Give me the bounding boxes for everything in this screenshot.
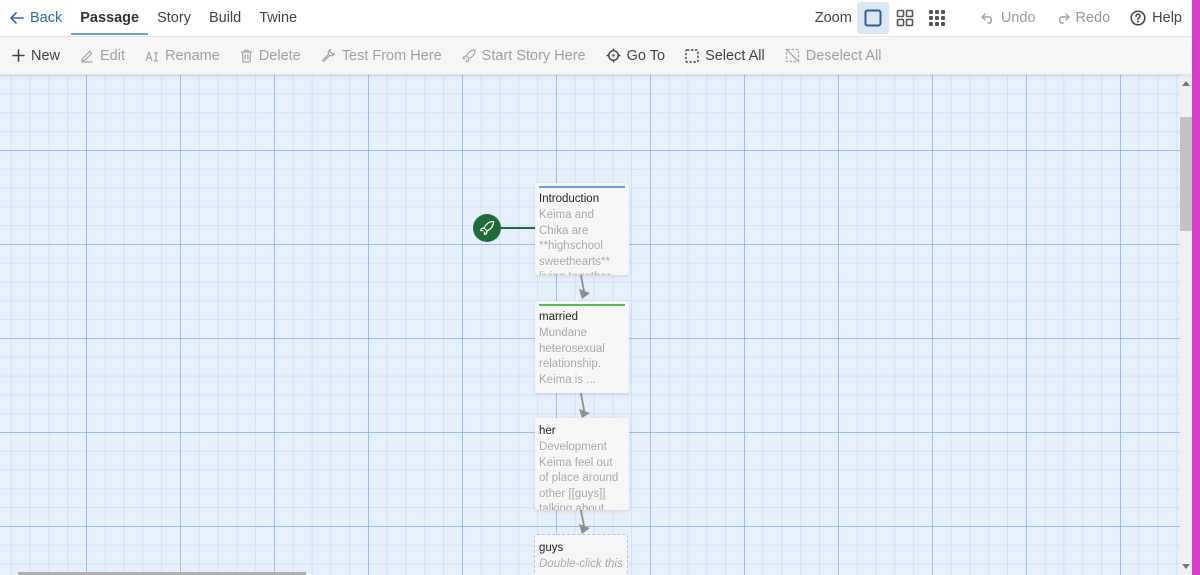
undo-label: Undo (1000, 10, 1036, 26)
new-passage-button[interactable]: New (2, 37, 70, 75)
scrollbar-thumb[interactable] (1180, 117, 1192, 231)
passage-card-her[interactable]: her Development Keima feel out of place … (535, 418, 629, 510)
grid-nine-icon (928, 10, 945, 26)
passage-toolbar: New Edit Rename Delete Test From Here St… (0, 37, 1192, 75)
help-label: Help (1152, 10, 1182, 26)
rocket-icon (479, 220, 495, 236)
rocket-icon (462, 48, 476, 63)
passage-excerpt: Development Keima feel out of place arou… (539, 441, 619, 510)
deselect-all-button[interactable]: Deselect All (775, 37, 892, 75)
delete-button[interactable]: Delete (230, 37, 311, 75)
test-label: Test From Here (341, 47, 442, 64)
back-label: Back (30, 10, 63, 26)
scroll-up-arrow[interactable] (1182, 81, 1190, 86)
vertical-scrollbar[interactable] (1180, 75, 1192, 575)
link-arrow-married-her (580, 392, 585, 412)
redo-button[interactable]: Redo (1046, 0, 1121, 37)
test-from-here-button[interactable]: Test From Here (311, 37, 452, 75)
passage-title: Introduction (539, 193, 600, 205)
select-all-label: Select All (705, 47, 765, 64)
rename-label: Rename (165, 47, 220, 64)
deselect-icon (785, 48, 800, 63)
passage-excerpt: Double-click this (539, 558, 623, 570)
story-map[interactable]: Introduction Keima and Chika are **highs… (0, 75, 1180, 575)
arrow-left-icon (10, 12, 24, 24)
crosshair-icon (606, 48, 621, 63)
tab-story-label: Story (157, 10, 191, 26)
new-label: New (31, 47, 61, 64)
trash-icon (240, 49, 252, 63)
undo-button[interactable]: Undo (971, 0, 1046, 37)
tag-color-bar (539, 186, 625, 188)
undo-icon (981, 13, 992, 24)
tag-color-bar (539, 304, 625, 306)
passage-excerpt: Mundane heterosexual relationship. Keima… (539, 327, 605, 386)
plus-icon (12, 49, 25, 62)
select-all-button[interactable]: Select All (675, 37, 775, 75)
zoom-100-button[interactable] (856, 2, 889, 34)
tab-twine[interactable]: Twine (250, 0, 306, 37)
passage-title: her (539, 425, 556, 437)
edit-button[interactable]: Edit (70, 37, 135, 75)
zoom-label: Zoom (814, 10, 852, 26)
passage-title: married (539, 311, 578, 323)
start-label: Start Story Here (481, 47, 586, 64)
back-button[interactable]: Back (0, 0, 71, 37)
tab-story[interactable]: Story (148, 0, 200, 37)
deselect-all-label: Deselect All (805, 47, 882, 64)
scroll-down-arrow[interactable] (1182, 564, 1190, 569)
link-arrow-her-guys (580, 509, 585, 528)
tab-passage[interactable]: Passage (71, 0, 148, 37)
square-icon (864, 9, 882, 27)
passage-excerpt: Keima and Chika are **highschool sweethe… (539, 209, 623, 275)
start-story-here-button[interactable]: Start Story Here (452, 37, 596, 75)
passage-card-introduction[interactable]: Introduction Keima and Chika are **highs… (535, 183, 629, 275)
help-button[interactable]: Help (1120, 0, 1192, 37)
rename-icon (145, 50, 159, 62)
tab-passage-label: Passage (80, 10, 140, 26)
top-navigation-bar: Back Passage Story Build Twine Zoom Undo… (0, 0, 1192, 37)
tab-build[interactable]: Build (200, 0, 250, 37)
passage-card-guys[interactable]: guys Double-click this (534, 534, 628, 575)
select-all-icon (685, 48, 699, 63)
grid-four-icon (896, 9, 914, 27)
passage-card-married[interactable]: married Mundane heterosexual relationshi… (535, 301, 629, 393)
help-circle-icon (1130, 10, 1146, 26)
go-to-label: Go To (626, 47, 666, 64)
edit-label: Edit (100, 47, 126, 64)
redo-icon (1058, 13, 1070, 24)
tab-build-label: Build (208, 10, 242, 26)
passage-title: guys (539, 542, 564, 554)
rename-button[interactable]: Rename (135, 37, 230, 75)
zoom-60-button[interactable] (889, 2, 921, 34)
pencil-icon (81, 50, 93, 63)
go-to-button[interactable]: Go To (596, 37, 675, 75)
window-edge (1192, 0, 1200, 575)
start-passage-indicator (473, 214, 501, 242)
redo-label: Redo (1075, 10, 1111, 26)
delete-label: Delete (258, 47, 301, 64)
tab-twine-label: Twine (259, 10, 298, 26)
tool-icon (321, 48, 335, 63)
zoom-30-button[interactable] (921, 2, 953, 34)
